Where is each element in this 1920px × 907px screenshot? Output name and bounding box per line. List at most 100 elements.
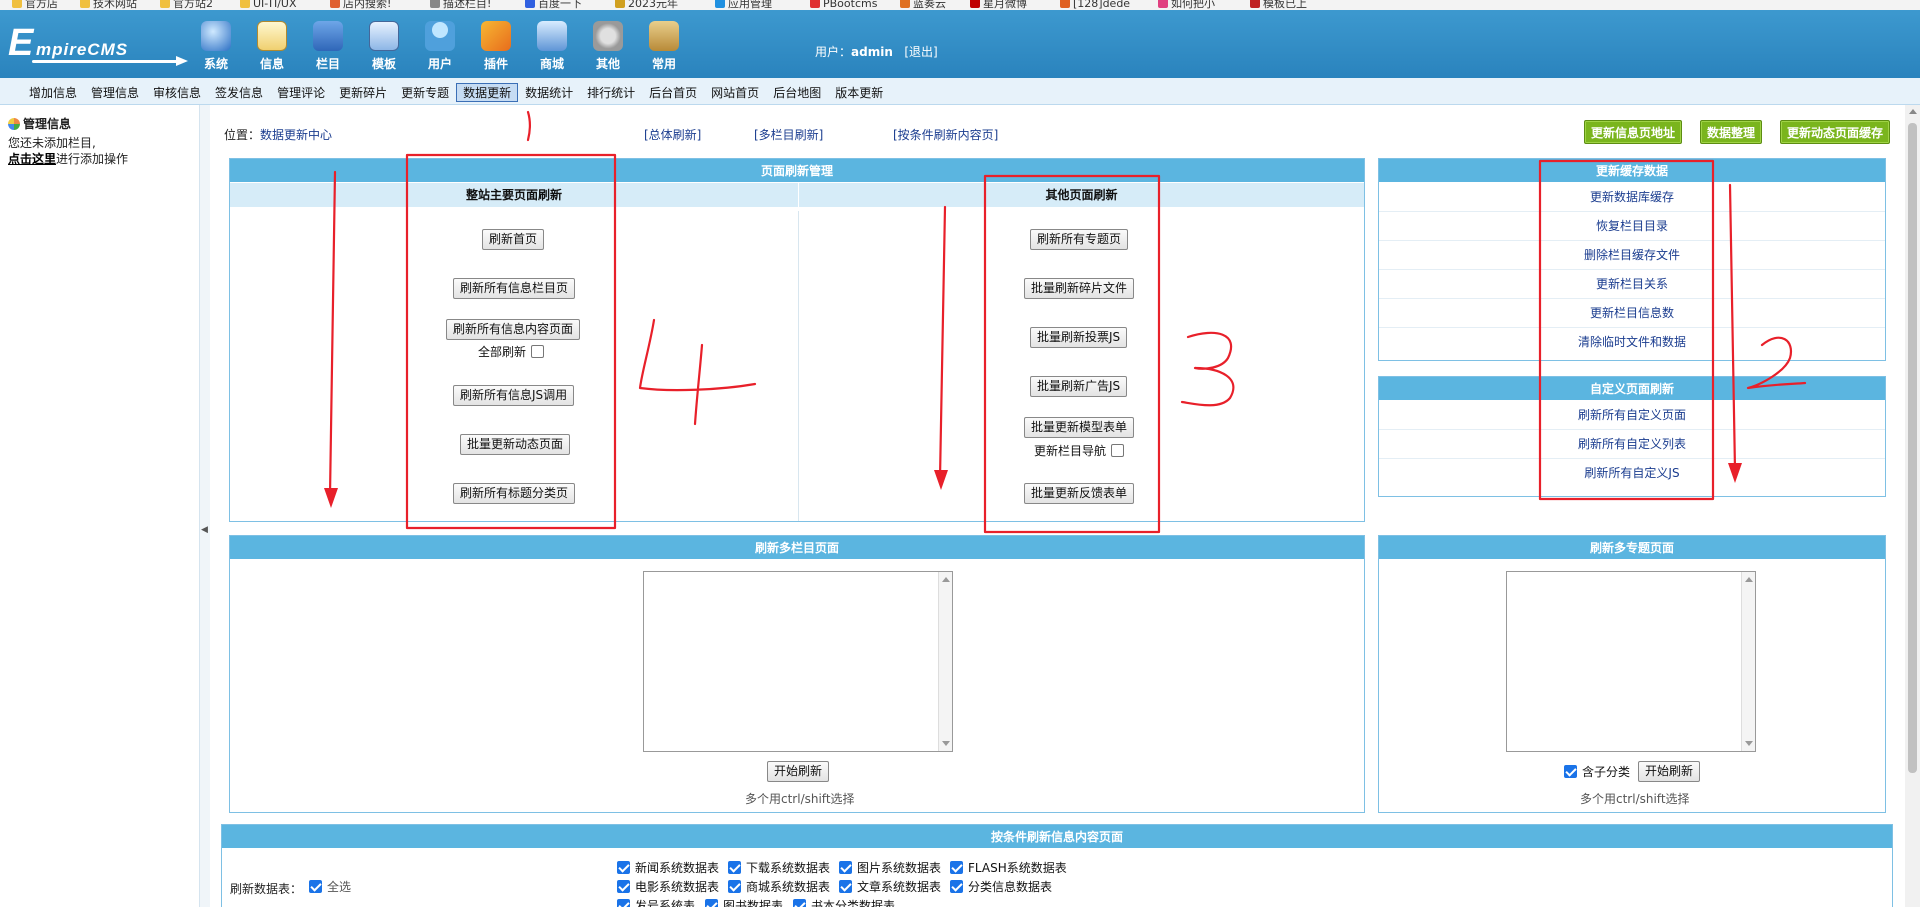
submenu-update-topics[interactable]: 更新专题 [394,83,456,102]
nav-plugin[interactable]: 插件 [468,21,524,72]
update-info-url-button[interactable]: 更新信息页地址 [1584,120,1683,144]
nav-common[interactable]: 常用 [636,21,692,72]
submenu-sign-info[interactable]: 签发信息 [208,83,270,102]
list-scrollbar[interactable] [938,572,952,751]
scroll-up-icon[interactable] [1745,577,1753,582]
bookmark[interactable]: 官方站2 [160,0,213,10]
nav-column[interactable]: 栏目 [300,21,356,72]
overall-refresh-link[interactable]: [总体刷新] [644,126,701,143]
refresh-all-topics-button[interactable]: 刷新所有专题页 [1030,229,1129,250]
multi-column-refresh-link[interactable]: [多栏目刷新] [754,126,823,143]
update-dynamic-cache-button[interactable]: 更新动态页面缓存 [1780,120,1891,144]
batch-update-feedback-button[interactable]: 批量更新反馈表单 [1024,483,1135,504]
start-refresh-topics-button[interactable]: 开始刷新 [1638,761,1701,782]
nav-info[interactable]: 信息 [244,21,300,72]
scroll-thumb[interactable] [1908,123,1917,773]
refresh-custom-pages-link[interactable]: 刷新所有自定义页面 [1379,401,1885,430]
bookmark[interactable]: 如何把小 [1158,0,1215,10]
batch-refresh-fragments-button[interactable]: 批量刷新碎片文件 [1024,278,1135,299]
bookmark[interactable]: 2023元年 [615,0,678,10]
refresh-all-content-pages-button[interactable]: 刷新所有信息内容页面 [446,319,581,340]
include-subcategory-checkbox[interactable] [1564,765,1577,778]
list-scrollbar[interactable] [1741,572,1755,751]
update-column-relations-link[interactable]: 更新栏目关系 [1379,270,1885,299]
table-checkbox[interactable] [793,899,806,907]
batch-refresh-vote-js-button[interactable]: 批量刷新投票JS [1030,327,1128,348]
select-all-checkbox[interactable] [309,880,322,893]
clear-temp-files-link[interactable]: 清除临时文件和数据 [1379,328,1885,357]
bookmark[interactable]: [128]dede [1060,0,1130,10]
bookmark[interactable]: 百度一下 [525,0,582,10]
breadcrumb-link[interactable]: 数据更新中心 [260,128,332,142]
click-here-link[interactable]: 点击这里 [8,152,56,166]
bookmark[interactable]: 官方店 [12,0,58,10]
submenu-site-home[interactable]: 网站首页 [704,83,766,102]
bookmark[interactable]: PBootcms [810,0,877,10]
start-refresh-columns-button[interactable]: 开始刷新 [767,761,830,782]
submenu-admin-map[interactable]: 后台地图 [766,83,828,102]
topic-select-list[interactable] [1506,571,1756,752]
table-option: 分类信息数据表 [950,878,1052,895]
submenu-version-update[interactable]: 版本更新 [828,83,890,102]
scroll-down-icon[interactable] [1745,741,1753,746]
table-checkbox[interactable] [728,861,741,874]
bookmark[interactable]: 星月微博 [970,0,1027,10]
batch-update-dynamic-button[interactable]: 批量更新动态页面 [460,434,571,455]
bookmark[interactable]: UI-TI/UX [240,0,297,10]
submenu-data-update[interactable]: 数据更新 [456,83,519,102]
logout-link[interactable]: [退出] [904,45,937,59]
panel-splitter[interactable]: ◀ [200,105,210,907]
bookmark[interactable]: 蓝奏云 [900,0,946,10]
nav-other[interactable]: 其他 [580,21,636,72]
table-checkbox[interactable] [950,861,963,874]
nav-update-checkbox[interactable] [1111,444,1125,457]
submenu-add-info[interactable]: 增加信息 [22,83,84,102]
restore-column-dir-link[interactable]: 恢复栏目目录 [1379,212,1885,241]
refresh-custom-js-link[interactable]: 刷新所有自定义JS [1379,459,1885,488]
submenu-update-fragments[interactable]: 更新碎片 [332,83,394,102]
condition-refresh-link[interactable]: [按条件刷新内容页] [893,126,998,143]
submenu-admin-home[interactable]: 后台首页 [642,83,704,102]
table-checkbox[interactable] [617,880,630,893]
collapse-arrow-icon[interactable]: ◀ [201,525,208,535]
bookmark[interactable]: 模板已上 [1250,0,1307,10]
bookmark[interactable]: 应用管理 [715,0,772,10]
bookmark[interactable]: 技术网站 [80,0,137,10]
nav-user[interactable]: 用户 [412,21,468,72]
refresh-custom-lists-link[interactable]: 刷新所有自定义列表 [1379,430,1885,459]
data-organize-button[interactable]: 数据整理 [1700,120,1763,144]
update-db-cache-link[interactable]: 更新数据库缓存 [1379,183,1885,212]
all-refresh-checkbox[interactable] [531,345,545,358]
submenu-manage-info[interactable]: 管理信息 [84,83,146,102]
table-checkbox[interactable] [839,880,852,893]
site-icon [715,0,725,8]
batch-refresh-ad-js-button[interactable]: 批量刷新广告JS [1030,376,1128,397]
submenu-review-info[interactable]: 审核信息 [146,83,208,102]
update-column-count-link[interactable]: 更新栏目信息数 [1379,299,1885,328]
bookmark[interactable]: 描述栏目! [430,0,491,10]
bookmark[interactable]: 店内搜索! [330,0,391,10]
nav-template[interactable]: 模板 [356,21,412,72]
scroll-up-icon[interactable] [1909,109,1917,114]
refresh-all-column-pages-button[interactable]: 刷新所有信息栏目页 [453,278,576,299]
nav-shop[interactable]: 商城 [524,21,580,72]
submenu-rank-stats[interactable]: 排行统计 [580,83,642,102]
table-checkbox[interactable] [728,880,741,893]
page-scrollbar[interactable] [1905,105,1920,907]
submenu-manage-comments[interactable]: 管理评论 [270,83,332,102]
table-checkbox[interactable] [617,861,630,874]
table-checkbox[interactable] [839,861,852,874]
column-select-list[interactable] [643,571,953,752]
nav-system[interactable]: 系统 [188,21,244,72]
scroll-down-icon[interactable] [942,741,950,746]
delete-column-cache-link[interactable]: 删除栏目缓存文件 [1379,241,1885,270]
table-checkbox[interactable] [705,899,718,907]
refresh-title-category-button[interactable]: 刷新所有标题分类页 [453,483,576,504]
submenu-data-stats[interactable]: 数据统计 [518,83,580,102]
refresh-all-js-button[interactable]: 刷新所有信息JS调用 [453,385,575,406]
batch-update-model-form-button[interactable]: 批量更新模型表单 [1024,417,1135,438]
table-checkbox[interactable] [617,899,630,907]
scroll-up-icon[interactable] [942,577,950,582]
table-checkbox[interactable] [950,880,963,893]
refresh-home-button[interactable]: 刷新首页 [482,229,545,250]
